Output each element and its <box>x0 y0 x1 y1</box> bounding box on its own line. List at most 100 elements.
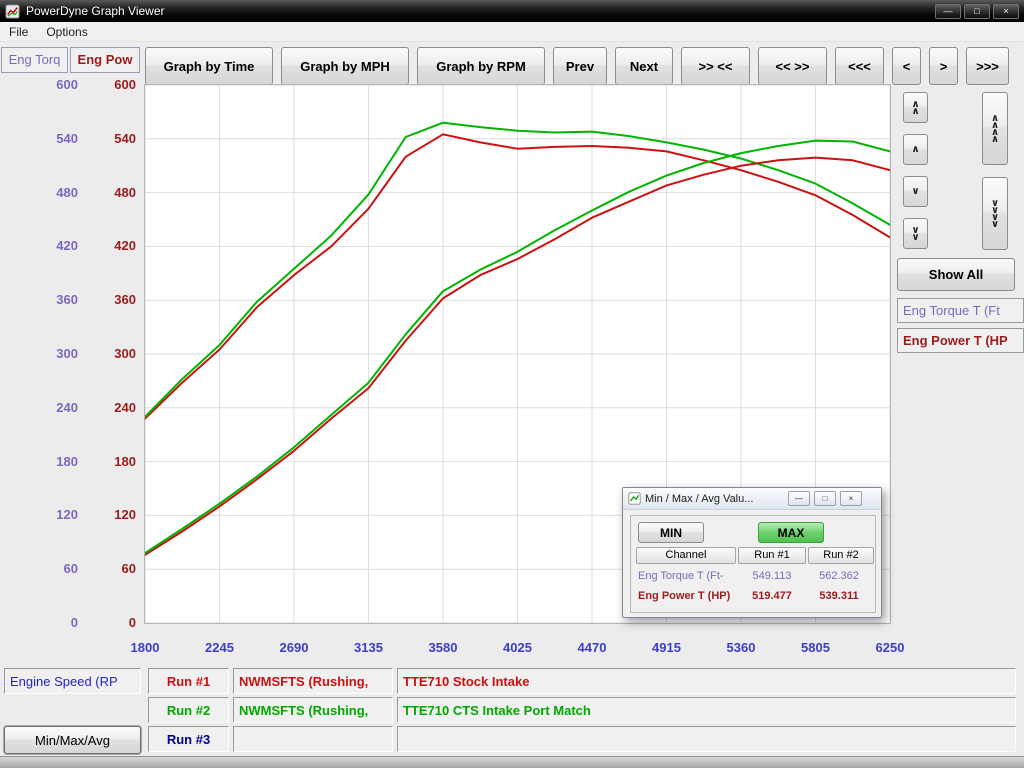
minmax-restore-icon[interactable]: □ <box>814 491 836 506</box>
minimize-icon[interactable]: — <box>935 4 961 19</box>
minmax-minimize-icon[interactable]: — <box>788 491 810 506</box>
y-tick-label: 60 <box>92 561 136 577</box>
y-tick-label: 480 <box>92 185 136 201</box>
minmax-run1-value: 549.113 <box>738 570 806 582</box>
minmax-run2-value: 539.311 <box>806 590 872 602</box>
y-tick-label: 300 <box>34 346 78 362</box>
run-3-label[interactable]: Run #3 <box>148 726 229 752</box>
minmax-window: Min / Max / Avg Valu... — □ × MIN MAX Ch… <box>622 487 882 618</box>
fast-right-button[interactable]: >>> <box>966 47 1009 85</box>
x-tick-label: 1800 <box>131 640 160 655</box>
chevron-up-icon: ∧ <box>991 136 999 143</box>
fast-left-button[interactable]: <<< <box>835 47 884 85</box>
scroll-down-x2-button[interactable]: ∨∨ <box>903 218 928 249</box>
graph-by-time-button[interactable]: Graph by Time <box>145 47 273 85</box>
y-tick-label: 420 <box>92 238 136 254</box>
y-tick-label: 60 <box>34 561 78 577</box>
close-icon[interactable]: × <box>993 4 1019 19</box>
menu-file[interactable]: File <box>0 23 37 41</box>
x-tick-label: 3580 <box>429 640 458 655</box>
scroll-down-x1-button[interactable]: ∨ <box>903 176 928 207</box>
chevron-up-icon: ∧ <box>911 146 919 153</box>
minmax-channel-name: Eng Power T (HP) <box>636 590 738 602</box>
step-left-button[interactable]: < <box>892 47 921 85</box>
scroll-up-x4-button[interactable]: ∧∧∧∧ <box>982 92 1008 165</box>
minmax-run1-value: 519.477 <box>738 590 806 602</box>
minmax-run2-value: 562.362 <box>806 570 872 582</box>
channel-label-torque[interactable]: Eng Torque T (Ft <box>897 298 1024 323</box>
tab-eng-power-axis[interactable]: Eng Pow <box>70 47 140 73</box>
window-title: PowerDyne Graph Viewer <box>26 4 932 18</box>
minmaxavg-button[interactable]: Min/Max/Avg <box>4 726 141 754</box>
scroll-up-x1-button[interactable]: ∧ <box>903 134 928 165</box>
y-tick-label: 0 <box>92 615 136 631</box>
menu-bar: File Options <box>0 22 1024 42</box>
y-tick-label: 480 <box>34 185 78 201</box>
run-2-file[interactable]: NWMSFTS (Rushing, <box>233 697 393 723</box>
app-icon <box>5 4 20 19</box>
menu-options[interactable]: Options <box>37 23 96 41</box>
x-tick-label: 5360 <box>727 640 756 655</box>
zoom-out-button[interactable]: << >> <box>758 47 827 85</box>
y-tick-label: 360 <box>92 292 136 308</box>
y-tick-label: 600 <box>92 77 136 93</box>
maximize-icon[interactable]: □ <box>964 4 990 19</box>
run-1-description[interactable]: TTE710 Stock Intake <box>397 668 1016 694</box>
run-2-label[interactable]: Run #2 <box>148 697 229 723</box>
y-tick-label: 180 <box>92 454 136 470</box>
run-3-file[interactable] <box>233 726 393 752</box>
run-3-description[interactable] <box>397 726 1016 752</box>
engine-speed-channel-box[interactable]: Engine Speed (RP <box>4 668 141 694</box>
y-tick-label: 420 <box>34 238 78 254</box>
x-tick-label: 6250 <box>876 640 905 655</box>
graph-by-rpm-button[interactable]: Graph by RPM <box>417 47 545 85</box>
channel-label-power[interactable]: Eng Power T (HP <box>897 328 1024 353</box>
minmax-table-body: Eng Torque T (Ft-549.113562.362Eng Power… <box>636 566 874 606</box>
chevron-down-icon: ∨ <box>911 234 919 241</box>
y-tick-label: 600 <box>34 77 78 93</box>
scroll-up-x2-button[interactable]: ∧∧ <box>903 92 928 123</box>
graph-by-mph-button[interactable]: Graph by MPH <box>281 47 409 85</box>
step-right-button[interactable]: > <box>929 47 958 85</box>
x-tick-label: 4025 <box>503 640 532 655</box>
y-tick-label: 180 <box>34 454 78 470</box>
y-tick-label: 360 <box>34 292 78 308</box>
minmax-channel-name: Eng Torque T (Ft- <box>636 570 738 582</box>
y-tick-label: 120 <box>34 507 78 523</box>
y-tick-label: 240 <box>34 400 78 416</box>
run-2-description[interactable]: TTE710 CTS Intake Port Match <box>397 697 1016 723</box>
toolbar: Graph by TimeGraph by MPHGraph by RPMPre… <box>145 47 1009 85</box>
chevron-down-icon: ∨ <box>911 188 919 195</box>
zoom-in-button[interactable]: >> << <box>681 47 750 85</box>
y-axis-power-labels: 060120180240300360420480540600 <box>92 85 136 623</box>
run-1-file[interactable]: NWMSFTS (Rushing, <box>233 668 393 694</box>
minmax-header-run2[interactable]: Run #2 <box>808 547 874 564</box>
y-tick-label: 120 <box>92 507 136 523</box>
x-axis-rpm-labels: 1800224526903135358040254470491553605805… <box>145 640 890 658</box>
x-tick-label: 4915 <box>652 640 681 655</box>
y-tick-label: 540 <box>92 131 136 147</box>
minmax-close-icon[interactable]: × <box>840 491 862 506</box>
window-bottom-border <box>0 756 1024 768</box>
next-button[interactable]: Next <box>615 47 673 85</box>
x-tick-label: 3135 <box>354 640 383 655</box>
title-bar[interactable]: PowerDyne Graph Viewer — □ × <box>0 0 1024 22</box>
y-tick-label: 300 <box>92 346 136 362</box>
minmax-window-icon <box>628 492 641 505</box>
scroll-down-x4-button[interactable]: ∨∨∨∨ <box>982 177 1008 250</box>
minmax-table-row: Eng Power T (HP)519.477539.311 <box>636 586 874 606</box>
y-tick-label: 240 <box>92 400 136 416</box>
minmax-panel: MIN MAX Channel Run #1 Run #2 Eng Torque… <box>630 515 876 613</box>
show-all-button[interactable]: Show All <box>897 258 1015 291</box>
minmax-header-channel[interactable]: Channel <box>636 547 736 564</box>
max-button[interactable]: MAX <box>758 522 824 543</box>
min-button[interactable]: MIN <box>638 522 704 543</box>
minmax-title-bar[interactable]: Min / Max / Avg Valu... — □ × <box>623 488 881 510</box>
x-tick-label: 5805 <box>801 640 830 655</box>
tab-eng-torque-axis[interactable]: Eng Torq <box>1 47 68 73</box>
run-1-label[interactable]: Run #1 <box>148 668 229 694</box>
prev-button[interactable]: Prev <box>553 47 607 85</box>
minmax-header-run1[interactable]: Run #1 <box>738 547 806 564</box>
minmax-window-title: Min / Max / Avg Valu... <box>645 493 784 505</box>
minmax-table-row: Eng Torque T (Ft-549.113562.362 <box>636 566 874 586</box>
